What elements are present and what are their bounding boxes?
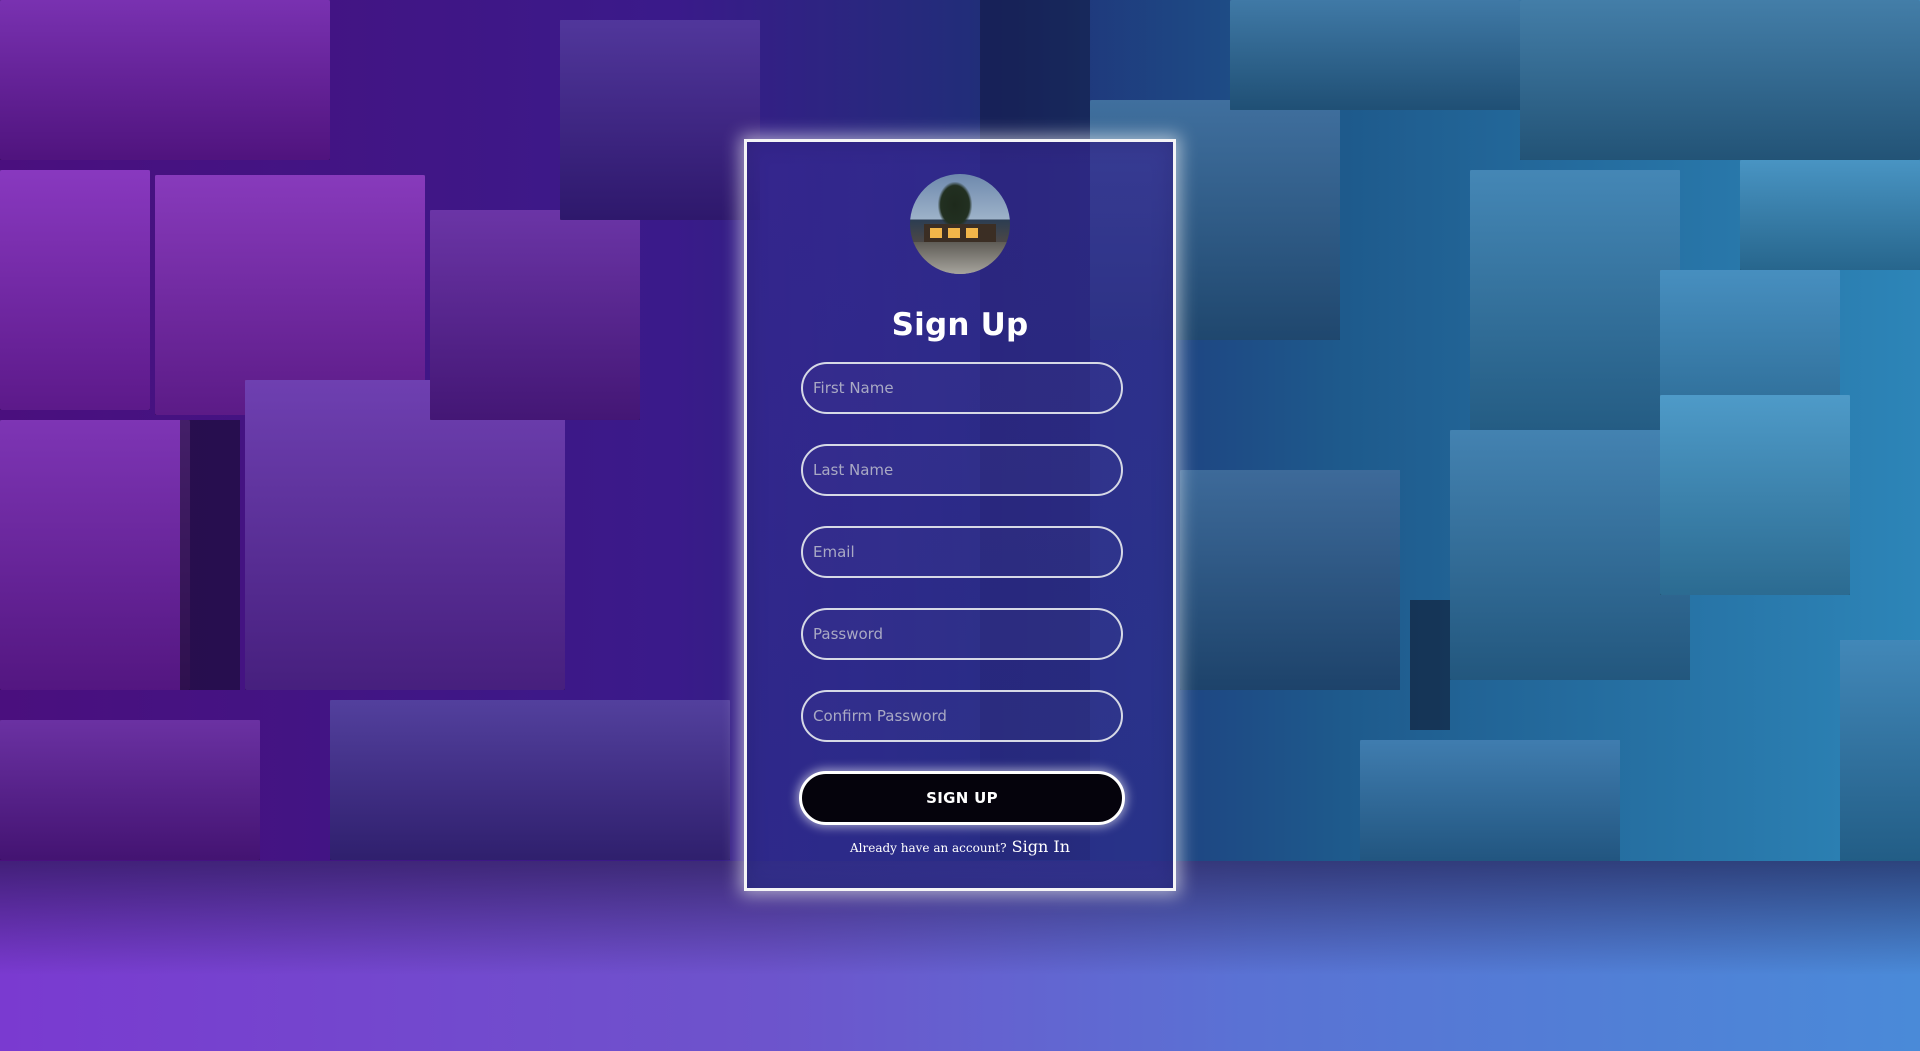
first-name-field[interactable] (801, 362, 1123, 414)
bg-block (155, 175, 425, 415)
bg-block (560, 20, 760, 220)
avatar (910, 174, 1010, 274)
bg-block (0, 0, 330, 160)
avatar-window (930, 228, 942, 238)
avatar-tree (938, 182, 972, 228)
signin-prompt-text: Already have an account? (849, 841, 1007, 855)
signin-link[interactable]: Sign In (1012, 837, 1070, 856)
bg-block (1180, 470, 1400, 690)
email-field[interactable] (801, 526, 1123, 578)
bg-block (1740, 160, 1920, 270)
confirm-password-field[interactable] (801, 690, 1123, 742)
bg-block (330, 700, 730, 860)
bg-gap (1410, 600, 1450, 730)
bg-block (430, 210, 640, 420)
signup-button[interactable]: SIGN UP (799, 771, 1125, 825)
bg-block (1360, 740, 1620, 870)
bg-block (245, 380, 565, 690)
bg-block (0, 720, 260, 860)
signup-card: Sign Up SIGN UP Already have an account?… (744, 139, 1176, 891)
bg-block (0, 170, 150, 410)
page-title: Sign Up (891, 307, 1029, 343)
bg-block (1520, 0, 1920, 160)
signin-prompt: Already have an account? Sign In (747, 837, 1173, 856)
bg-block (1470, 170, 1680, 440)
last-name-field[interactable] (801, 444, 1123, 496)
bg-block (1660, 395, 1850, 595)
bg-block (1450, 430, 1690, 680)
bg-block (0, 420, 190, 690)
avatar-ground (910, 242, 1010, 274)
password-field[interactable] (801, 608, 1123, 660)
avatar-window (948, 228, 960, 238)
avatar-window (966, 228, 978, 238)
bg-gap (180, 420, 240, 690)
bg-block (1230, 0, 1520, 110)
bg-block (1840, 640, 1920, 870)
